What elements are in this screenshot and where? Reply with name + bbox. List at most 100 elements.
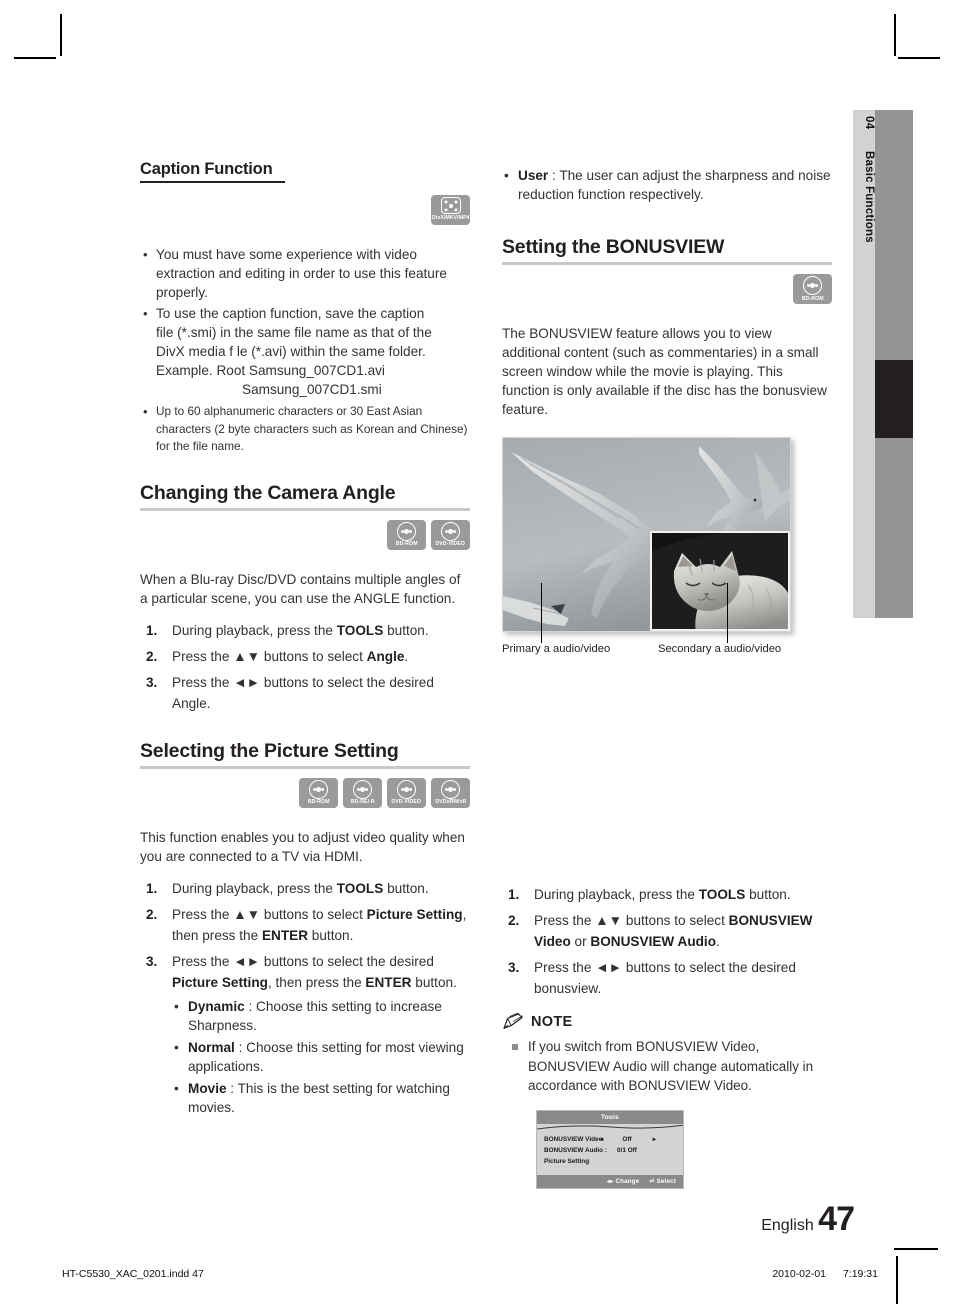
osd-title: Tools [537, 1110, 683, 1124]
osd-row-bonusview-audio[interactable]: BONUSVIEW Audio : 0/1 Off [544, 1145, 676, 1156]
list-item: If you switch from BONUSVIEW Video, BONU… [502, 1037, 832, 1096]
disc-glyph [441, 779, 460, 799]
disc-icon-row-caption: DivX/MKV/MP4 [140, 195, 470, 225]
osd-footer: ◂▸ Change ⏎ Select [537, 1174, 683, 1188]
chapter-title: Basic Functions [863, 150, 875, 243]
option-term: Normal [188, 1039, 235, 1055]
print-date: 2010-02-01 [772, 1268, 827, 1280]
heading-bonusview: Setting the BONUSVIEW [502, 236, 725, 258]
page-footer: English 47 [761, 1200, 855, 1239]
step-bold: TOOLS [698, 887, 746, 902]
bd-rom-icon: BD-ROM [793, 274, 832, 304]
step-text-post: button. [411, 974, 457, 990]
print-footer: HT-C5530_XAC_0201.indd 47 2010-02-01 7:1… [0, 1248, 954, 1304]
primary-video-photo [502, 437, 791, 632]
step-item: 3. Press the ◄► buttons to select the de… [502, 957, 832, 999]
osd-row-bonusview-video[interactable]: BONUSVIEW Video ◂ Off ▸ [544, 1134, 676, 1145]
step-item: 3. Press the ◄► buttons to select the de… [140, 672, 470, 714]
osd-right-arrow-icon[interactable]: ▸ [646, 1134, 656, 1145]
heading-camera-angle: Changing the Camera Angle [140, 481, 396, 504]
step-text: During playback, press the [534, 887, 699, 902]
dvd-video-icon: DVD-VIDEO [431, 519, 470, 550]
step-number: 2. [146, 906, 158, 922]
list-item: Dynamic : Choose this setting to increas… [172, 997, 470, 1035]
disc-glyph [397, 779, 416, 799]
disc-icon-label: BD-ROM [395, 540, 418, 547]
option-term: Dynamic [188, 998, 245, 1014]
crop-mark-top-left-h [14, 57, 56, 59]
user-option-list: User : The user can adjust the sharpness… [502, 166, 832, 204]
osd-row-picture-setting[interactable]: Picture Setting [544, 1156, 676, 1167]
step-item: 1. During playback, press the TOOLS butt… [140, 620, 470, 641]
list-item: Normal : Choose this setting for most vi… [172, 1038, 470, 1076]
step-text: Press the ◄► buttons to select the desir… [172, 953, 434, 969]
step-bold-2: ENTER [261, 927, 309, 943]
step-number: 2. [508, 913, 520, 928]
step-text-post: . [716, 934, 720, 949]
tools-osd-menu[interactable]: Tools BONUSVIEW Video ◂ Off ▸ BONUSVIEW … [536, 1109, 684, 1189]
step-text-mid: , then press the [267, 974, 366, 990]
bd-re-r-icon: BD-RE/-R [343, 777, 382, 808]
step-number: 1. [146, 622, 158, 638]
disc-icon-row-picture-setting: BD-ROM BD-RE/-R DVD-VIDEO DVD±RW/±R [140, 777, 470, 808]
step-number: 3. [508, 960, 520, 975]
option-term: Movie [188, 1080, 227, 1096]
step-number: 2. [146, 648, 158, 664]
divx-disc-glyph [440, 197, 461, 214]
osd-footer-change: ◂▸ Change [606, 1177, 640, 1185]
disc-icon-label: BD-ROM [801, 295, 824, 301]
step-item: 2. Press the ▲▼ buttons to select Angle. [140, 646, 470, 667]
bullet-text-line5: Samsung_007CD1.smi [242, 382, 382, 397]
step-text-post: button. [383, 622, 429, 638]
caption-function-bullets: You must have some experience with video… [140, 245, 470, 399]
primary-leader-line [541, 583, 542, 643]
bullet-text: Up to 60 alphanumeric characters or 30 E… [156, 404, 468, 453]
disc-glyph [397, 521, 416, 541]
step-number: 1. [508, 887, 520, 902]
disc-icon-label: BD-RE/-R [350, 798, 375, 805]
camera-angle-intro: When a Blu-ray Disc/DVD contains multipl… [140, 571, 461, 606]
bullet-text-line3: DivX media f le (*.avi) within the same … [156, 344, 426, 359]
step-bold-1: Picture Setting [172, 974, 268, 990]
step-number: 1. [146, 880, 158, 896]
step-item: 3. Press the ◄► buttons to select the de… [140, 951, 470, 1117]
wave-shape [537, 1124, 683, 1129]
step-text: Press the ▲▼ buttons to select [534, 913, 729, 928]
step-text-post: button. [745, 887, 791, 902]
crop-mark-top-left-v [60, 14, 62, 56]
picture-setting-steps: 1. During playback, press the TOOLS butt… [140, 878, 470, 1117]
osd-row-label: BONUSVIEW Video [544, 1135, 603, 1143]
disc-icon-label: BD-ROM [307, 798, 330, 805]
bd-rom-icon: BD-ROM [299, 777, 338, 808]
osd-left-arrow-icon[interactable]: ◂ [600, 1134, 608, 1145]
disc-icon-label: DVD-VIDEO [435, 540, 466, 547]
page-language: English [761, 1217, 814, 1234]
primary-caption: Primary a audio/video [502, 643, 611, 655]
chapter-tab-bar [875, 110, 913, 618]
caption-function-bullets-small: Up to 60 alphanumeric characters or 30 E… [140, 403, 470, 456]
step-text-post: . [404, 648, 409, 664]
right-column: User : The user can adjust the sharpness… [502, 160, 832, 1189]
step-text: Press the ◄► buttons to select the desir… [172, 674, 434, 711]
crop-mark-bottom-right-h [894, 1248, 938, 1250]
chapter-tab-text: 04 Basic Functions [853, 110, 875, 618]
secondary-caption: Secondary a audio/video [658, 643, 782, 655]
step-bold: TOOLS [336, 622, 384, 638]
crop-mark-bottom-right-v [896, 1256, 898, 1304]
step-item: 1. During playback, press the TOOLS butt… [140, 878, 470, 899]
bonusview-intro: The BONUSVIEW feature allows you to view… [502, 326, 827, 417]
option-desc: : This is the best setting for watching … [188, 1080, 450, 1115]
bullet-text-line1: To use the caption function, save the ca… [156, 306, 425, 321]
option-desc: : The user can adjust the sharpness and … [518, 168, 831, 202]
chapter-side-tab: 04 Basic Functions [853, 110, 913, 618]
disc-icon-row-camera-angle: BD-ROM DVD-VIDEO [140, 519, 470, 550]
heading-caption-function: Caption Function [140, 160, 273, 178]
note-title: NOTE [531, 1014, 573, 1030]
disc-icon-row-bonusview: BD-ROM [502, 274, 832, 304]
step-bold-2: ENTER [365, 974, 412, 990]
disc-icon-label: DVD±RW/±R [434, 798, 467, 805]
step-bold-2: BONUSVIEW Audio [590, 934, 717, 949]
step-text: Press the ▲▼ buttons to select [172, 906, 367, 922]
list-item: Up to 60 alphanumeric characters or 30 E… [140, 403, 470, 456]
step-bold: Angle [366, 648, 405, 664]
